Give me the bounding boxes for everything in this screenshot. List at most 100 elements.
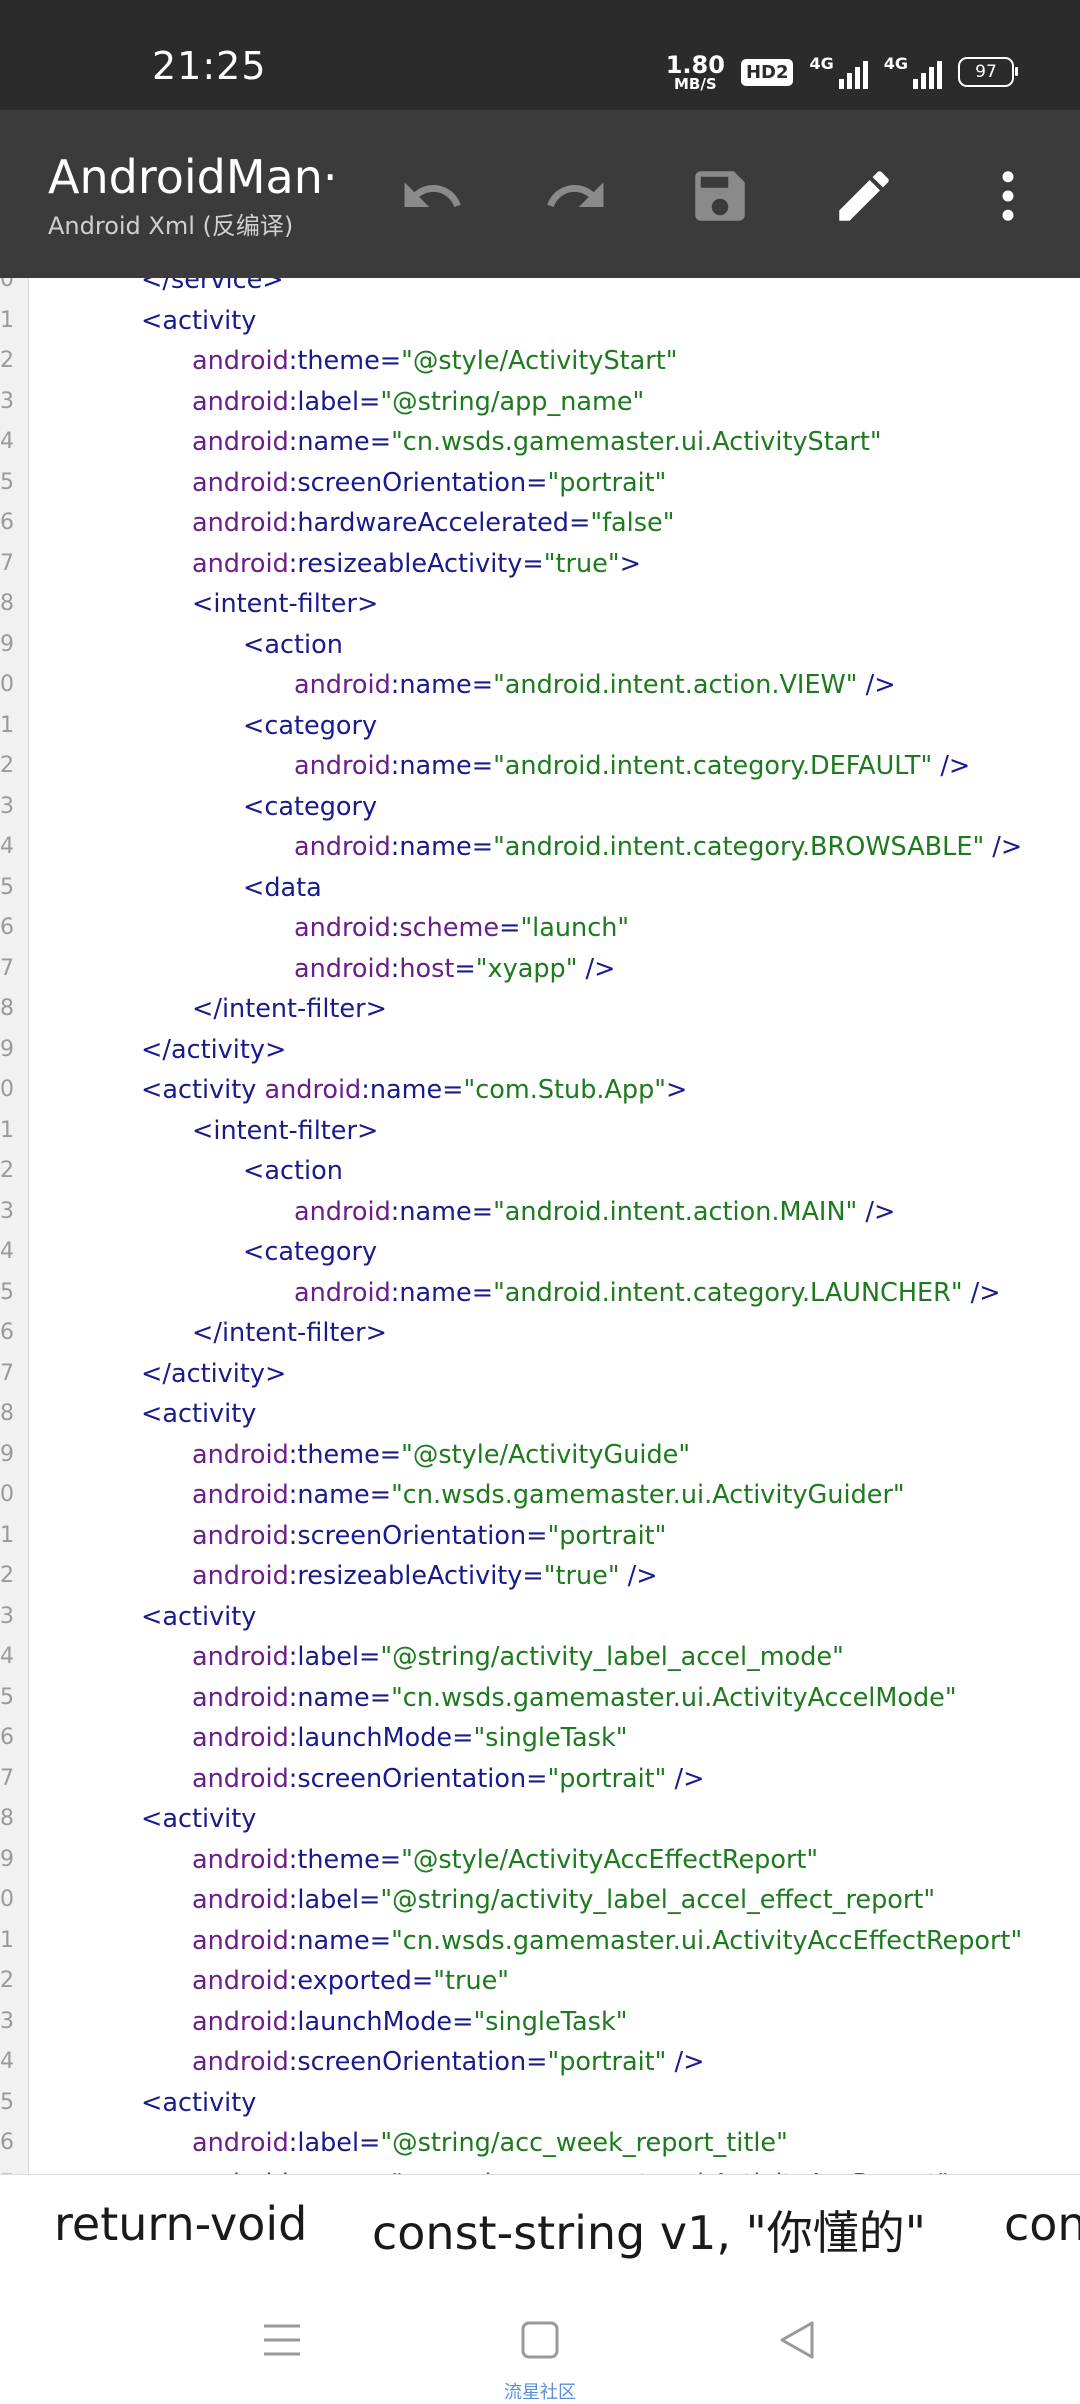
code-line[interactable]: 4 android:name="cn.wsds.gamemaster.ui.Act…	[0, 422, 1080, 463]
code-token: />	[984, 832, 1023, 862]
code-line[interactable]: 6 android:hardwareAccelerated="false"	[0, 503, 1080, 544]
code-token: "singleTask"	[473, 2006, 628, 2037]
code-line[interactable]: 2 android:name="android.intent.category.D…	[0, 746, 1080, 787]
code-line[interactable]: 9 </activity>	[0, 1030, 1080, 1071]
edit-icon	[839, 171, 889, 221]
code-token: exported	[297, 1966, 412, 1996]
code-token: android	[192, 1844, 289, 1875]
edit-button[interactable]	[828, 160, 900, 232]
code-line[interactable]: 5 <activity	[0, 2083, 1080, 2124]
code-text: <data	[243, 868, 322, 909]
code-token: =	[471, 1277, 494, 1308]
code-token: <activity	[141, 1601, 257, 1632]
code-token: screenOrientation	[297, 467, 527, 498]
code-line[interactable]: 0 <activity android:name="com.Stub.App">	[0, 1070, 1080, 1111]
code-line[interactable]: 4 <category	[0, 1232, 1080, 1273]
code-line[interactable]: 0 android:label="@string/activity_label_a…	[0, 1880, 1080, 1921]
network-speed-value: 1.80	[665, 50, 725, 79]
code-line[interactable]: 3 android:label="@string/app_name"	[0, 382, 1080, 423]
undo-button[interactable]	[396, 160, 468, 232]
save-button[interactable]	[684, 160, 756, 232]
code-line[interactable]: 7 android:resizeableActivity="true">	[0, 544, 1080, 585]
code-token: android	[192, 1520, 289, 1551]
code-token: />	[857, 1196, 896, 1227]
code-line[interactable]: 6 android:launchMode="singleTask"	[0, 1718, 1080, 1759]
more-options-button[interactable]	[972, 160, 1044, 232]
code-line[interactable]: 3 android:launchMode="singleTask"	[0, 2002, 1080, 2043]
app-bar: AndroidMan··· Android Xml (反编译)	[0, 110, 1080, 278]
code-line[interactable]: 1 android:screenOrientation="portrait"	[0, 1516, 1080, 1557]
code-editor[interactable]: 0 </service> 1 <activity 2 android:theme="@st…	[0, 278, 1080, 2174]
code-line[interactable]: 4 android:label="@string/activity_label_a…	[0, 1637, 1080, 1678]
code-token: android	[294, 1277, 391, 1308]
code-line[interactable]: 4 android:name="android.intent.category.B…	[0, 827, 1080, 868]
code-line[interactable]: 2 android:resizeableActivity="true" />	[0, 1556, 1080, 1597]
code-line[interactable]: 5 android:name="android.intent.category.L…	[0, 1273, 1080, 1314]
code-line[interactable]: 0 </service>	[0, 278, 1080, 301]
code-text: android:label="@string/acc_week_report_t…	[192, 2123, 788, 2164]
line-number: 1	[0, 1522, 14, 1548]
code-text: android:resizeableActivity="true" />	[192, 1556, 658, 1597]
app-subtitle: Android Xml (反编译)	[48, 212, 294, 240]
code-line[interactable]: 8 </intent-filter>	[0, 989, 1080, 1030]
home-button[interactable]	[514, 2314, 566, 2366]
code-token: </intent-filter>	[192, 1318, 387, 1348]
code-token: android	[192, 548, 289, 579]
menu-button[interactable]	[256, 2314, 308, 2366]
code-token: "android.intent.category.BROWSABLE"	[493, 832, 985, 862]
code-line[interactable]: 3 android:name="android.intent.action.MAI…	[0, 1192, 1080, 1233]
code-line[interactable]: 2 <action	[0, 1151, 1080, 1192]
network-speed-unit: MB/S	[674, 74, 717, 93]
code-line[interactable]: 4 android:screenOrientation="portrait" />	[0, 2042, 1080, 2083]
code-token: name	[399, 832, 472, 862]
snippet-const-string[interactable]: const-string v1, "你懂的"	[372, 2197, 926, 2263]
snippet-const-partial[interactable]: con	[1004, 2197, 1080, 2251]
code-text: android:host="xyapp" />	[294, 949, 616, 990]
code-line[interactable]: 9 android:theme="@style/ActivityAccEffect…	[0, 1840, 1080, 1881]
code-token: =	[526, 1763, 548, 1794]
code-line[interactable]: 5 android:screenOrientation="portrait"	[0, 463, 1080, 504]
code-line[interactable]: 0 android:name="cn.wsds.gamemaster.ui.Act…	[0, 1475, 1080, 1516]
code-line[interactable]: 1 <category	[0, 706, 1080, 747]
code-token: name	[399, 670, 472, 700]
code-line[interactable]: 3 <activity	[0, 1597, 1080, 1638]
code-line[interactable]: 0 android:name="android.intent.action.VIE…	[0, 665, 1080, 706]
code-text: android:theme="@style/ActivityAccEffectR…	[192, 1840, 818, 1881]
code-text: <category	[243, 706, 377, 747]
code-line[interactable]: 6 android:scheme="launch"	[0, 908, 1080, 949]
code-line[interactable]: 2 android:theme="@style/ActivityStart"	[0, 341, 1080, 382]
code-line[interactable]: 6 </intent-filter>	[0, 1313, 1080, 1354]
code-line[interactable]: 6 android:label="@string/acc_week_report_…	[0, 2123, 1080, 2164]
code-line[interactable]: 7 android:host="xyapp" />	[0, 949, 1080, 990]
code-token: host	[399, 953, 455, 984]
code-line[interactable]: 1 <activity	[0, 301, 1080, 342]
code-line[interactable]: 8 <intent-filter>	[0, 584, 1080, 625]
code-token: =	[411, 1966, 434, 1996]
code-token: resizeableActivity	[297, 1561, 523, 1591]
code-line[interactable]: 7 android:name="cn.wsds.gamemaster.ui.Act…	[0, 2164, 1080, 2175]
code-text: android:name="android.intent.action.MAIN…	[294, 1192, 895, 1233]
redo-button[interactable]	[540, 160, 612, 232]
code-line[interactable]: 8 <activity	[0, 1799, 1080, 1840]
code-line[interactable]: 7 android:screenOrientation="portrait" />	[0, 1759, 1080, 1800]
code-line[interactable]: 5 <data	[0, 868, 1080, 909]
code-line[interactable]: 9 <action	[0, 625, 1080, 666]
code-line[interactable]: 3 <category	[0, 787, 1080, 828]
code-line[interactable]: 8 <activity	[0, 1394, 1080, 1435]
code-line[interactable]: 5 android:name="cn.wsds.gamemaster.ui.Act…	[0, 1678, 1080, 1719]
line-number: 1	[0, 1117, 14, 1143]
code-token: name	[399, 751, 472, 781]
code-line[interactable]: 9 android:theme="@style/ActivityGuide"	[0, 1435, 1080, 1476]
code-token: "launch"	[520, 913, 630, 943]
back-button[interactable]	[772, 2314, 824, 2366]
code-line[interactable]: 1 android:name="cn.wsds.gamemaster.ui.Act…	[0, 1921, 1080, 1962]
code-token: "portrait"	[547, 467, 667, 498]
code-token: theme	[297, 1439, 380, 1470]
code-text: android:name="android.intent.category.BR…	[294, 827, 1022, 868]
code-line[interactable]: 2 android:exported="true"	[0, 1961, 1080, 2002]
code-line[interactable]: 1 <intent-filter>	[0, 1111, 1080, 1152]
code-token: android	[192, 1561, 289, 1591]
code-line[interactable]: 7 </activity>	[0, 1354, 1080, 1395]
code-token: "cn.wsds.gamemaster.ui.ActivityAccEffect…	[391, 1925, 1023, 1956]
snippet-return-void[interactable]: return-void	[54, 2197, 307, 2251]
